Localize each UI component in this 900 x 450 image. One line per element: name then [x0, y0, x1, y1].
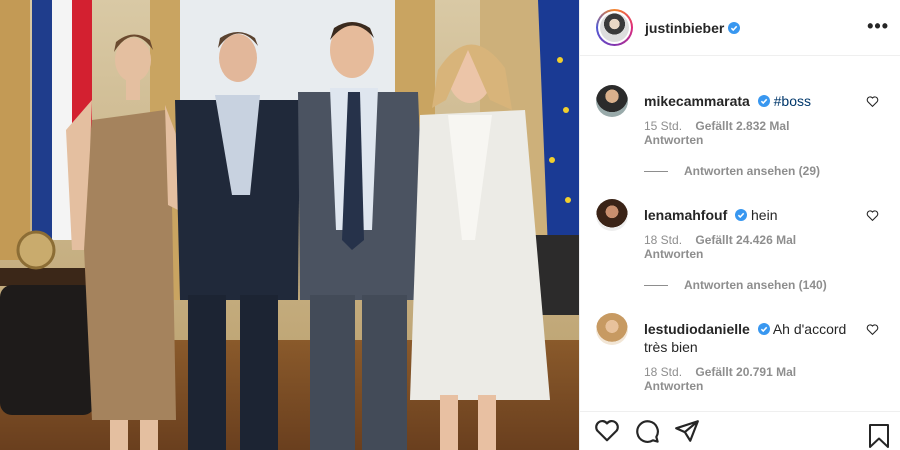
comment-item: mikecammarata #boss 15 Std. Gefällt 2.83…: [580, 85, 900, 178]
comment-avatar[interactable]: [596, 85, 628, 117]
more-options-icon[interactable]: •••: [867, 17, 889, 35]
heart-icon[interactable]: [594, 418, 620, 444]
heart-icon[interactable]: [866, 323, 879, 336]
share-icon[interactable]: [674, 418, 700, 444]
comment-icon[interactable]: [634, 418, 660, 444]
comment-meta: 18 Std. Gefällt 24.426 Mal: [644, 233, 885, 247]
divider: [644, 170, 668, 172]
verified-badge-icon: [735, 209, 748, 221]
post-image: [0, 0, 579, 450]
comment-likes[interactable]: Gefällt 2.832 Mal: [695, 119, 789, 133]
comment-username[interactable]: lenamahfouf: [644, 207, 727, 223]
comment-reply-button[interactable]: Antworten: [644, 133, 885, 147]
verified-badge-icon: [728, 21, 741, 34]
comment-text: lestudiodanielle Ah d'accord très bien: [644, 313, 885, 356]
post-header: justinbieber •••: [580, 0, 900, 56]
instagram-post: justinbieber ••• mikecammarata #boss 15 …: [0, 0, 900, 450]
view-replies-label: Antworten ansehen (140): [684, 278, 827, 292]
verified-badge-icon: [757, 95, 770, 107]
view-replies-button[interactable]: Antworten ansehen (140): [644, 278, 885, 292]
divider: [644, 284, 668, 286]
comment-item: lestudiodanielle Ah d'accord très bien 1…: [580, 313, 900, 393]
comment-time[interactable]: 18 Std.: [644, 365, 682, 379]
comment-text: lenamahfouf hein: [644, 199, 885, 224]
comment-time[interactable]: 18 Std.: [644, 233, 682, 247]
comment-item: lenamahfouf hein 18 Std. Gefällt 24.426 …: [580, 199, 900, 292]
verified-badge-icon: [757, 323, 770, 335]
view-replies-label: Antworten ansehen (29): [684, 164, 821, 178]
comment-likes[interactable]: Gefällt 24.426 Mal: [695, 233, 796, 247]
heart-icon[interactable]: [866, 209, 879, 222]
comment-meta: 15 Std. Gefällt 2.832 Mal: [644, 119, 885, 133]
post-photo[interactable]: [0, 0, 579, 450]
comment-hashtag[interactable]: #boss: [774, 93, 811, 109]
comment-avatar[interactable]: [596, 313, 628, 345]
comments-list[interactable]: mikecammarata #boss 15 Std. Gefällt 2.83…: [580, 57, 900, 411]
comment-body: hein: [751, 207, 778, 223]
heart-icon[interactable]: [866, 95, 879, 108]
comment-text: mikecammarata #boss: [644, 85, 885, 110]
bookmark-icon[interactable]: [867, 423, 891, 449]
comment-meta: 18 Std. Gefällt 20.791 Mal: [644, 365, 885, 379]
comment-username[interactable]: mikecammarata: [644, 93, 750, 109]
comment-body-line2: très bien: [644, 339, 698, 355]
author-avatar[interactable]: [596, 9, 633, 46]
post-side-panel: justinbieber ••• mikecammarata #boss 15 …: [579, 0, 900, 450]
author-username[interactable]: justinbieber: [645, 20, 724, 36]
view-replies-button[interactable]: Antworten ansehen (29): [644, 164, 885, 178]
comment-reply-button[interactable]: Antworten: [644, 379, 885, 393]
comment-likes[interactable]: Gefällt 20.791 Mal: [695, 365, 796, 379]
comment-body: Ah d'accord: [772, 321, 847, 337]
comment-time[interactable]: 15 Std.: [644, 119, 682, 133]
comment-avatar[interactable]: [596, 199, 628, 231]
comment-username[interactable]: lestudiodanielle: [644, 321, 750, 337]
post-actions-bar: [580, 411, 900, 450]
comment-reply-button[interactable]: Antworten: [644, 247, 885, 261]
